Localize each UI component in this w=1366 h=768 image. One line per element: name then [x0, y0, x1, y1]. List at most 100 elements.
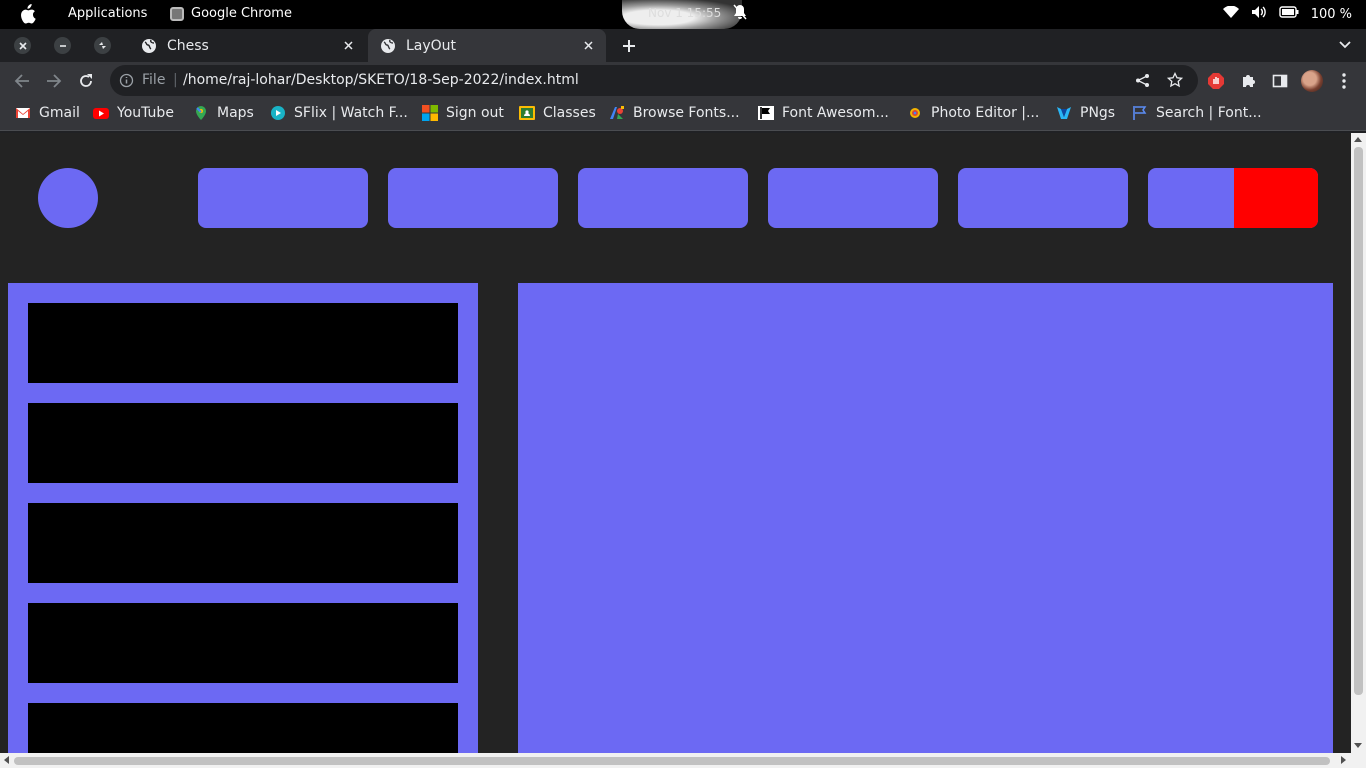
- photo-editor-icon: [910, 108, 920, 118]
- tab-title: Chess: [167, 37, 209, 54]
- sidebar-panel: [8, 283, 478, 753]
- horizontal-scroll-thumb[interactable]: [14, 757, 1330, 765]
- bookmark-sflix[interactable]: SFlix | Watch F...: [270, 105, 408, 121]
- bookmark-label: Search | Font...: [1156, 105, 1262, 121]
- window-maximize-button[interactable]: [94, 37, 111, 54]
- bookmark-star-icon[interactable]: [1166, 71, 1184, 92]
- new-tab-button[interactable]: [618, 35, 640, 57]
- bookmark-pngs[interactable]: PNgs: [1056, 105, 1115, 121]
- google-fonts-icon: [610, 106, 624, 119]
- gmail-icon: [16, 108, 30, 118]
- bookmark-label: PNgs: [1080, 105, 1116, 121]
- nav-box-3[interactable]: [578, 168, 748, 228]
- scroll-up-arrow-icon[interactable]: [1354, 137, 1362, 142]
- profile-avatar[interactable]: [1301, 70, 1323, 92]
- sidebar-block[interactable]: [28, 503, 458, 583]
- scroll-down-arrow-icon[interactable]: [1354, 743, 1362, 748]
- sidebar-block[interactable]: [28, 403, 458, 483]
- side-panel-icon: [1272, 74, 1288, 88]
- adblock-extension-button[interactable]: [1206, 71, 1226, 91]
- logo-circle[interactable]: [38, 168, 98, 228]
- os-top-bar: Applications Google Chrome Nov 1 15:55 1…: [0, 0, 1366, 29]
- window-minimize-button[interactable]: [54, 37, 71, 54]
- active-app-menu[interactable]: Google Chrome: [170, 6, 292, 21]
- nav-box-5[interactable]: [958, 168, 1128, 228]
- share-icon[interactable]: [1135, 73, 1150, 92]
- applications-menu[interactable]: Applications: [68, 6, 147, 21]
- tab-strip: Chess LayOut: [0, 29, 1366, 62]
- nav-box-1[interactable]: [198, 168, 368, 228]
- nav-box-4[interactable]: [768, 168, 938, 228]
- vertical-scroll-thumb[interactable]: [1354, 147, 1363, 695]
- bookmark-label: Maps: [217, 105, 254, 121]
- horizontal-scrollbar[interactable]: [0, 753, 1366, 768]
- tab-close-button[interactable]: [340, 37, 356, 53]
- url-text[interactable]: /home/raj-lohar/Desktop/SKETO/18-Sep-202…: [183, 72, 579, 88]
- tab-title: LayOut: [406, 37, 457, 54]
- close-icon: [343, 40, 353, 50]
- notification-bell-icon[interactable]: [733, 4, 747, 24]
- scroll-right-arrow-icon[interactable]: [1341, 756, 1346, 764]
- bookmark-search-font[interactable]: Search | Font...: [1132, 105, 1262, 121]
- reload-button[interactable]: [76, 71, 96, 91]
- bookmark-photo-editor[interactable]: Photo Editor |...: [907, 105, 1039, 121]
- extensions-button[interactable]: [1238, 71, 1258, 91]
- forward-button[interactable]: [44, 71, 64, 91]
- pngs-icon: [1057, 107, 1071, 119]
- url-separator: |: [173, 72, 178, 88]
- bookmark-label: Sign out: [446, 105, 504, 121]
- nav-box-6-highlight: [1234, 168, 1318, 228]
- side-panel-button[interactable]: [1270, 71, 1290, 91]
- bookmark-sign-out[interactable]: Sign out: [422, 105, 504, 121]
- tab-search-button[interactable]: [1338, 37, 1352, 56]
- back-button[interactable]: [12, 71, 32, 91]
- vertical-scrollbar[interactable]: [1351, 133, 1366, 753]
- bookmark-label: Gmail: [39, 105, 80, 121]
- bookmark-maps[interactable]: Maps: [193, 105, 254, 121]
- microsoft-icon: [422, 105, 438, 121]
- sflix-icon: [271, 106, 285, 120]
- more-vertical-icon: [1342, 73, 1346, 89]
- scroll-left-arrow-icon[interactable]: [4, 756, 9, 764]
- tab-close-button[interactable]: [580, 37, 596, 53]
- address-bar[interactable]: File | /home/raj-lohar/Desktop/SKETO/18-…: [110, 65, 1198, 96]
- arrow-left-icon: [14, 74, 29, 88]
- bookmark-youtube[interactable]: YouTube: [93, 105, 174, 121]
- bookmark-gmail[interactable]: Gmail: [15, 105, 80, 121]
- scheme-label: File: [142, 72, 166, 88]
- maximize-icon: [99, 42, 106, 49]
- wifi-icon[interactable]: [1222, 5, 1239, 22]
- bookmark-label: YouTube: [117, 105, 174, 121]
- volume-icon[interactable]: [1251, 5, 1267, 23]
- globe-icon: [142, 38, 156, 53]
- plus-icon: [623, 40, 635, 52]
- chrome-app-icon: [170, 6, 184, 21]
- bookmark-label: Font Awesom...: [782, 105, 889, 121]
- classroom-icon: [519, 106, 535, 120]
- page-viewport: [0, 133, 1351, 753]
- globe-icon: [381, 38, 395, 53]
- sidebar-block[interactable]: [28, 303, 458, 383]
- tab-layout[interactable]: LayOut: [368, 29, 606, 62]
- nav-box-2[interactable]: [388, 168, 558, 228]
- chrome-menu-button[interactable]: [1334, 71, 1354, 91]
- bookmark-font-awesome[interactable]: Font Awesom...: [758, 105, 889, 121]
- nav-box-6[interactable]: [1148, 168, 1318, 228]
- clock[interactable]: Nov 1 15:55: [648, 6, 721, 20]
- main-content-panel: [518, 283, 1333, 753]
- close-icon: [583, 40, 593, 50]
- arrow-right-icon: [47, 74, 62, 88]
- apple-icon[interactable]: [18, 4, 36, 28]
- bookmarks-bar: Gmail YouTube Maps SFlix | Watch F... Si…: [0, 99, 1366, 131]
- tab-chess[interactable]: Chess: [130, 29, 366, 62]
- font-awesome-icon: [758, 106, 774, 120]
- battery-icon[interactable]: [1278, 6, 1299, 22]
- sidebar-block[interactable]: [28, 703, 458, 753]
- bookmark-classes[interactable]: Classes: [519, 105, 596, 121]
- battery-percentage: 100 %: [1310, 6, 1352, 22]
- site-info-icon[interactable]: [119, 73, 134, 92]
- sidebar-block[interactable]: [28, 603, 458, 683]
- bookmark-browse-fonts[interactable]: Browse Fonts...: [609, 105, 740, 121]
- system-tray[interactable]: 100 %: [1222, 5, 1352, 23]
- window-close-button[interactable]: [14, 37, 31, 54]
